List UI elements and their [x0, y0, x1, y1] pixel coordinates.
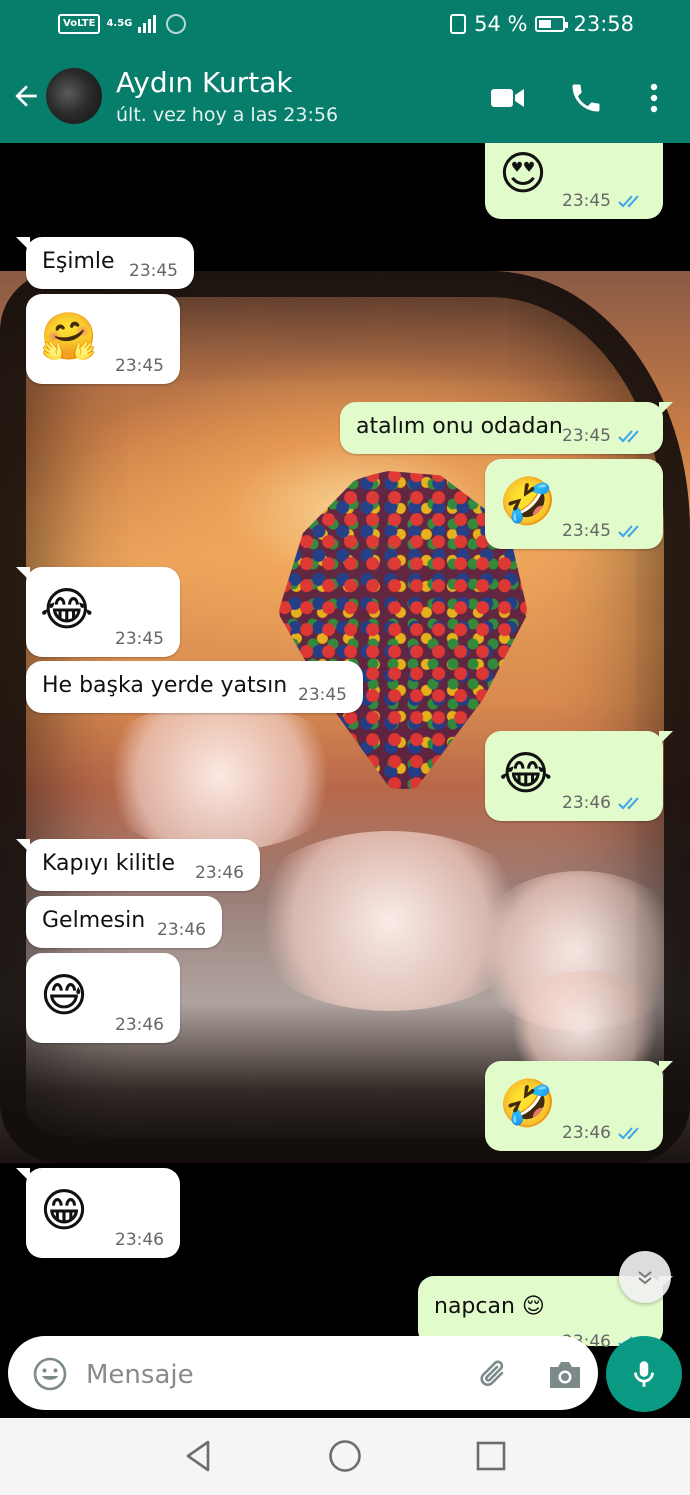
sync-icon	[166, 14, 187, 34]
message-meta: 23:46	[195, 863, 244, 883]
message-text: Kapıyı kilitle	[42, 851, 176, 876]
message-meta: 23:45	[562, 426, 647, 446]
message-emoji: 😅	[40, 968, 88, 1022]
message-bubble-incoming[interactable]: Eşimle 23:45	[16, 237, 194, 289]
message-emoji: 😂	[40, 582, 94, 636]
read-ticks-icon	[618, 525, 639, 538]
mic-icon	[634, 1361, 654, 1387]
message-time: 23:46	[562, 793, 611, 813]
message-text: He başka yerde yatsın	[42, 673, 288, 698]
message-time: 23:45	[115, 629, 164, 649]
message-bubble-incoming[interactable]: 😅 23:46	[26, 953, 180, 1043]
message-meta: 23:46	[562, 1123, 647, 1143]
status-bar-right: 54 % 23:58	[450, 12, 634, 36]
message-emoji: 🤗	[40, 309, 98, 363]
volte-badge: VoLTE	[58, 14, 101, 34]
back-arrow-icon[interactable]	[10, 80, 42, 112]
read-ticks-icon	[618, 797, 639, 810]
network-type: 4.5G	[106, 18, 133, 29]
message-bubble-outgoing[interactable]: 🤣 23:45	[485, 459, 663, 549]
message-time: 23:45	[562, 191, 611, 211]
message-bubble-incoming[interactable]: 🤗 23:45	[26, 294, 180, 384]
message-time: 23:46	[195, 863, 244, 883]
message-emoji: 🤣	[499, 474, 557, 528]
chevron-double-down-icon	[638, 1271, 652, 1285]
message-text: Eşimle	[42, 249, 115, 274]
read-ticks-icon	[618, 1127, 639, 1140]
mic-button[interactable]	[606, 1336, 682, 1412]
emoji-icon[interactable]	[32, 1356, 68, 1392]
clock: 23:58	[573, 12, 634, 36]
message-meta: 23:46	[115, 1015, 164, 1035]
message-time: 23:45	[562, 426, 611, 446]
system-nav-bar	[0, 1418, 690, 1495]
message-text: napcan 😌	[434, 1294, 545, 1319]
message-time: 23:45	[562, 521, 611, 541]
message-text: Gelmesin	[42, 908, 146, 933]
message-meta: 23:45	[562, 521, 647, 541]
message-bubble-incoming[interactable]: Gelmesin 23:46	[26, 896, 222, 948]
last-seen-status: últ. vez hoy a las 23:56	[116, 104, 339, 126]
message-input-container[interactable]: Mensaje	[8, 1336, 598, 1410]
avatar[interactable]	[46, 68, 102, 124]
read-ticks-icon	[618, 430, 639, 443]
scroll-to-bottom-button[interactable]	[619, 1251, 671, 1303]
message-meta: 23:46	[157, 920, 206, 940]
message-time: 23:46	[115, 1015, 164, 1035]
message-bubble-outgoing[interactable]: 🤣 23:46	[485, 1061, 673, 1151]
message-meta: 23:45	[115, 629, 164, 649]
camera-icon[interactable]	[546, 1358, 584, 1392]
signal-icon	[138, 15, 157, 33]
message-bubble-incoming[interactable]: 😁 23:46	[16, 1168, 180, 1258]
battery-icon	[535, 16, 569, 32]
battery-percent: 54 %	[474, 12, 528, 36]
message-emoji: 😂	[499, 746, 553, 800]
more-vert-icon[interactable]	[634, 80, 674, 116]
message-time: 23:45	[115, 356, 164, 376]
message-bubble-outgoing[interactable]: atalım onu odadan 23:45	[340, 402, 673, 454]
chat-header: VoLTE 4.5G 54 % 23:58 Aydın Kurtak últ. …	[0, 0, 690, 143]
attach-clip-icon[interactable]	[476, 1356, 512, 1392]
message-time: 23:46	[115, 1230, 164, 1250]
message-text: atalım onu odadan	[356, 414, 563, 439]
message-emoji: 😁	[40, 1183, 88, 1237]
message-meta: 23:45	[562, 191, 647, 211]
message-bubble-outgoing[interactable]: 😍 23:45	[485, 143, 663, 219]
message-meta: 23:46	[115, 1230, 164, 1250]
message-time: 23:45	[298, 685, 347, 705]
nav-home-icon[interactable]	[327, 1438, 363, 1474]
contact-name[interactable]: Aydın Kurtak	[116, 66, 293, 99]
nav-recents-icon[interactable]	[473, 1438, 509, 1474]
message-bubble-incoming[interactable]: 😂 23:45	[16, 567, 180, 657]
read-ticks-icon	[618, 195, 639, 208]
message-bubble-incoming[interactable]: He başka yerde yatsın 23:45	[26, 661, 363, 713]
status-bar-left: VoLTE 4.5G	[58, 14, 187, 34]
message-emoji: 😍	[499, 146, 547, 200]
message-composer: Mensaje	[0, 1330, 690, 1418]
message-meta: 23:45	[115, 356, 164, 376]
vibrate-icon	[450, 14, 467, 34]
message-meta: 23:46	[562, 793, 647, 813]
message-bubble-incoming[interactable]: Kapıyı kilitle 23:46	[16, 839, 260, 891]
message-meta: 23:45	[298, 685, 347, 705]
message-meta: 23:45	[129, 261, 178, 281]
message-bubble-outgoing[interactable]: 😂 23:46	[485, 731, 673, 821]
chat-area[interactable]: 😍 23:45 Eşimle 23:45 🤗 23:45 atalım onu …	[0, 143, 690, 1418]
phone-icon[interactable]	[566, 80, 606, 116]
message-time: 23:45	[129, 261, 178, 281]
message-time: 23:46	[157, 920, 206, 940]
message-emoji: 🤣	[499, 1076, 557, 1130]
nav-back-icon[interactable]	[180, 1438, 216, 1474]
video-call-icon[interactable]	[488, 80, 528, 116]
message-time: 23:46	[562, 1123, 611, 1143]
message-input[interactable]: Mensaje	[86, 1360, 194, 1390]
